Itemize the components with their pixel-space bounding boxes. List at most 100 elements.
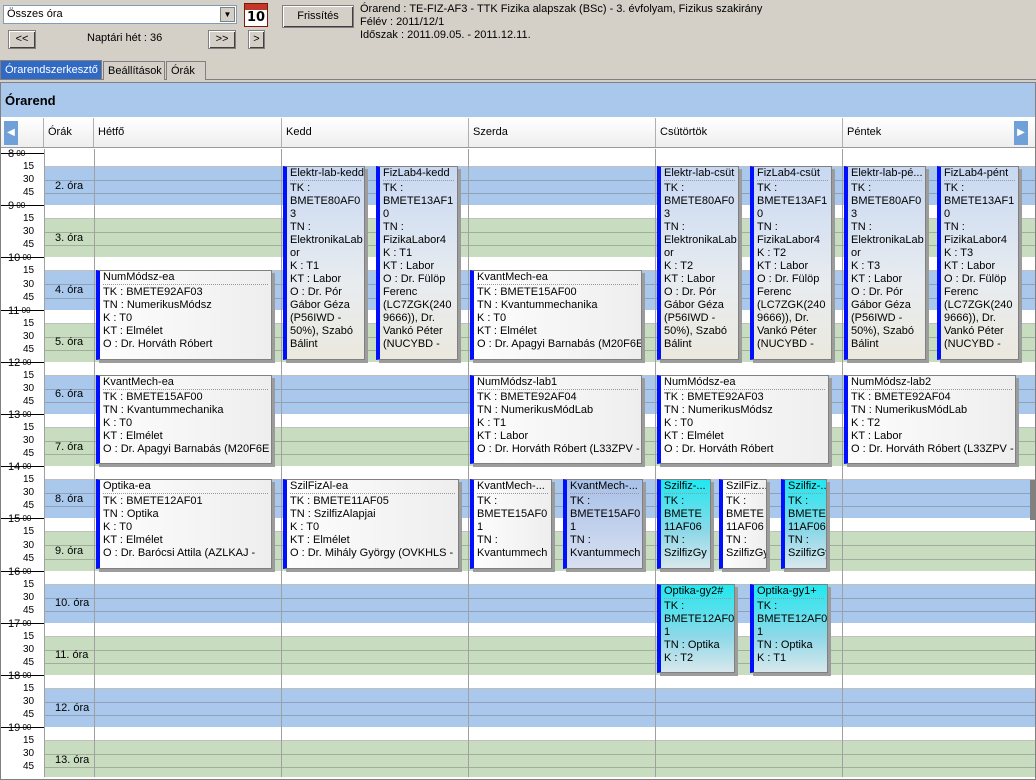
minute-label: 45 — [23, 604, 35, 616]
event-detail: KT : Labor — [477, 429, 529, 442]
event-detail: FizikaLabor4 — [383, 234, 446, 247]
minute-label: 15 — [23, 317, 35, 329]
course-event[interactable]: KvantMech-ea TK : BMETE15AF00 TN : Kvantum… — [470, 270, 642, 360]
course-event[interactable]: Optika-ea TK : BMETE12AF01 TN : Optika K : … — [96, 479, 272, 569]
prev-week-button[interactable]: << — [8, 30, 36, 49]
tab-timetable-editor[interactable]: Órarendszerkesztő — [0, 60, 102, 79]
course-event[interactable]: FizLab4-pént TK : BMETE13AF1 0 TN : FizikaLab… — [937, 166, 1019, 360]
period-label: 7. óra — [55, 440, 84, 453]
course-event[interactable]: FizLab4-csüt TK : BMETE13AF1 0 TN : FizikaLab… — [750, 166, 832, 360]
event-detail: TN : — [383, 221, 404, 234]
event-detail: TK : — [290, 182, 311, 195]
event-detail: 1 — [477, 521, 484, 534]
event-detail: TN : — [290, 221, 311, 234]
event-detail: BMETE12AF0 — [757, 612, 828, 625]
course-event[interactable]: KvantMech-... TK : BMETE15AF0 1 TN : Kvantumm… — [470, 479, 552, 569]
minute-label: 30 — [23, 696, 35, 708]
course-event[interactable]: FizLab4-kedd TK : BMETE13AF1 0 TN : FizikaLab… — [376, 166, 458, 360]
splitter-handle[interactable] — [1030, 480, 1036, 520]
event-detail: TK : — [757, 599, 778, 612]
next-button[interactable]: > — [248, 30, 265, 49]
event-detail: TN : — [851, 221, 872, 234]
course-event[interactable]: Optika-gy2# TK : BMETE12AF0 1 TN : Optika K :… — [657, 583, 735, 673]
tab-bar: Órarendszerkesztő Beállítások Órák — [0, 60, 1036, 80]
course-event[interactable]: NumMódsz-lab1 TK : BMETE92AF04 TN : Numeri… — [470, 374, 642, 465]
event-detail: TN : — [570, 534, 591, 547]
course-event[interactable]: NumMódsz-ea TK : BMETE92AF03 TN : Numeriku… — [657, 374, 829, 465]
course-event[interactable]: Elektr-lab-csüt TK : BMETE80AF0 3 TN : Elektr… — [657, 166, 739, 360]
event-detail: TN : Optika — [664, 638, 720, 651]
minute-label: 30 — [23, 591, 35, 603]
period-label: 13. óra — [55, 753, 90, 766]
refresh-button[interactable]: Frissítés — [282, 5, 354, 28]
section-title: Órarend — [1, 83, 1035, 117]
event-detail: Vankó Péter — [944, 325, 1004, 338]
event-detail: O : Dr. Horváth Róbert — [664, 442, 774, 455]
course-event[interactable]: KvantMech-ea TK : BMETE15AF00 TN : Kvantum… — [96, 374, 272, 465]
event-detail: SzilfizGy — [726, 547, 767, 560]
tab-settings[interactable]: Beállítások — [103, 61, 165, 80]
course-event[interactable]: SzilFizAl-ea TK : BMETE11AF05 TN : Szilfiz… — [283, 479, 459, 569]
event-detail: BMETE12AF0 — [664, 612, 735, 625]
minute-label: 30 — [23, 643, 35, 655]
minute-label: 15 — [23, 735, 35, 747]
event-detail: O : Dr. Mihály György (OVKHLS - — [290, 547, 454, 560]
scroll-right-icon[interactable]: ▶ — [1014, 121, 1028, 145]
time-label: 15 00 — [8, 513, 31, 526]
course-event[interactable]: NumMódsz-lab2 TK : BMETE92AF04 TN : Numeri… — [844, 374, 1016, 465]
chevron-down-icon[interactable]: ▼ — [220, 7, 235, 22]
event-detail: (P56IWD - — [851, 312, 903, 325]
event-title: FizLab4-pént — [944, 167, 1015, 182]
event-detail: 9666)), Dr. — [383, 312, 435, 325]
event-detail: O : Dr. Apagyi Barnabás (M20F6E — [477, 338, 642, 351]
event-detail: Ferenc — [383, 286, 418, 299]
minute-label: 30 — [23, 382, 35, 394]
event-detail: Bálint — [664, 338, 692, 351]
course-event[interactable]: NumMódsz-ea TK : BMETE92AF03 TN : Numeriku… — [96, 270, 272, 360]
event-detail: 11AF06 — [664, 521, 702, 534]
event-detail: ElektronikaLab — [851, 234, 924, 247]
course-event[interactable]: Szilfiz-... TK : BMETE 11AF06 TN : SzilfizGy — [657, 479, 711, 569]
event-detail: TN : — [477, 534, 498, 547]
event-detail: BMETE13AF1 — [757, 195, 828, 208]
scroll-left-icon[interactable]: ◀ — [4, 121, 18, 145]
period-label: 10. óra — [55, 597, 90, 610]
minute-label: 45 — [23, 448, 35, 460]
event-detail: Bálint — [290, 338, 318, 351]
event-detail: TN : Optika — [103, 508, 159, 521]
tab-hours[interactable]: Órák — [166, 61, 206, 80]
event-detail: 3 — [851, 208, 858, 221]
timetable-grid: 8 001530459 0015304510 0015304511 001530… — [1, 149, 1035, 777]
course-event[interactable]: Elektr-lab-kedd TK : BMETE80AF0 3 TN : Elektr… — [283, 166, 365, 360]
hours-filter-select[interactable]: Összes óra ▼ — [3, 5, 237, 24]
period-label: 6. óra — [55, 388, 84, 401]
timetable-app: Összes óra ▼ 10 Frissítés << Naptári hét… — [0, 0, 1036, 780]
event-detail: TN : — [788, 534, 809, 547]
minute-label: 15 — [23, 369, 35, 381]
minute-label: 45 — [23, 761, 35, 773]
course-event[interactable]: KvantMech-... TK : BMETE15AF0 1 TN : Kvantumm… — [563, 479, 643, 569]
course-event[interactable]: Szilfiz-... TK : BMETE 11AF06 TN : SzilfizGy — [781, 479, 827, 569]
event-detail: BMETE15AF0 — [570, 508, 641, 521]
course-event[interactable]: Elektr-lab-pé... TK : BMETE80AF0 3 TN : Elekt… — [844, 166, 926, 360]
period-band — [1, 635, 1035, 675]
event-title: Elektr-lab-pé... — [851, 167, 923, 182]
event-detail: ElektronikaLab — [664, 234, 737, 247]
course-event[interactable]: Optika-gy1+ TK : BMETE12AF0 1 TN : Optika K :… — [750, 583, 828, 673]
event-detail: TK : — [944, 182, 965, 195]
event-detail: FizikaLabor4 — [757, 234, 820, 247]
course-event[interactable]: SzilFiz... TK : BMETE 11AF06 TN : SzilfizGy — [719, 479, 767, 569]
event-detail: Kvantummech — [477, 547, 548, 560]
next-week-button[interactable]: >> — [208, 30, 236, 49]
calendar-icon[interactable]: 10 — [244, 3, 268, 27]
time-label: 11 00 — [8, 304, 31, 317]
event-detail: KT : Labor — [757, 260, 809, 273]
event-detail: (NUCYBD - — [757, 338, 814, 351]
event-title: Elektr-lab-csüt — [664, 167, 735, 182]
minute-label: 15 — [23, 161, 35, 173]
time-label: 14 00 — [8, 461, 31, 474]
period-label: 11. óra — [55, 649, 89, 662]
event-detail: 50%), Szabó — [851, 325, 914, 338]
event-detail: (NUCYBD - — [383, 338, 440, 351]
period-label: 3. óra — [55, 231, 84, 244]
